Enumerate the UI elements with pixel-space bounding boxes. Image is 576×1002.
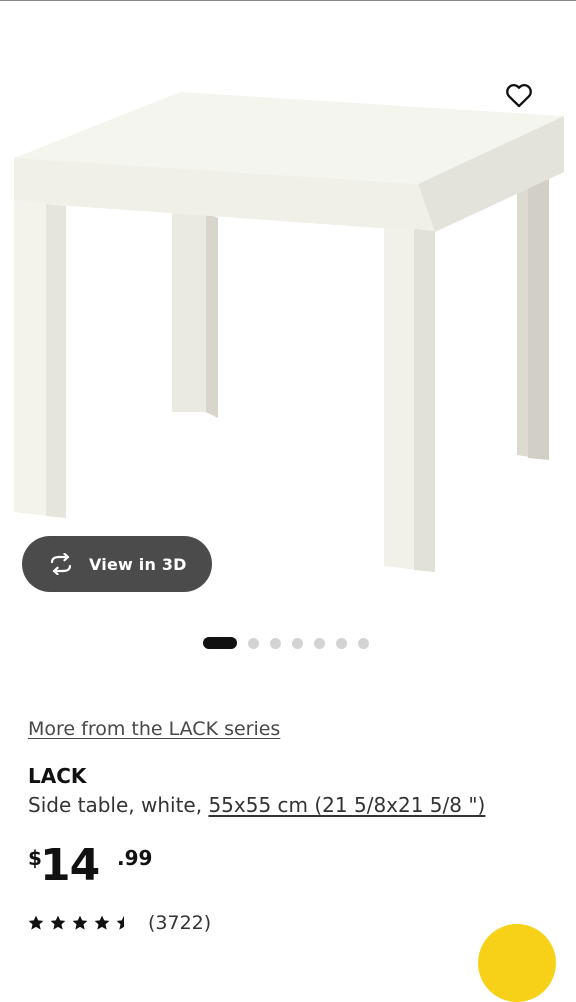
carousel-dot[interactable] (314, 637, 325, 649)
product-gallery[interactable]: View in 3D (0, 0, 576, 610)
product-description: Side table, white, 55x55 cm (21 5/8x21 5… (28, 793, 485, 817)
price-integer: 14 (40, 840, 100, 891)
product-rating[interactable]: (3722) (28, 910, 211, 936)
heart-icon (506, 83, 532, 108)
carousel-dot[interactable] (248, 637, 259, 649)
carousel-dot[interactable] (358, 637, 369, 649)
favorite-button[interactable] (500, 76, 538, 114)
review-count: (3722) (148, 912, 212, 934)
star-half-icon (116, 915, 124, 930)
carousel-dot[interactable] (270, 637, 281, 649)
carousel-dot[interactable] (336, 637, 347, 649)
series-link[interactable]: More from the LACK series (28, 718, 280, 740)
rotate-3d-icon (46, 552, 78, 576)
view-in-3d-label: View in 3D (89, 554, 187, 574)
product-measurement-link[interactable]: 55x55 cm (21 5/8x21 5/8 ") (208, 793, 485, 817)
carousel-dot-active[interactable] (203, 637, 237, 649)
carousel-dot[interactable] (292, 637, 303, 649)
chat-bubble-button[interactable] (478, 924, 556, 1002)
star-full-icon (94, 915, 110, 930)
price-decimal: .99 (117, 846, 153, 870)
product-type-text: Side table, white, (28, 793, 209, 817)
carousel-indicator (203, 636, 369, 650)
star-full-icon (28, 915, 44, 930)
product-name: LACK (28, 764, 87, 788)
view-in-3d-button[interactable]: View in 3D (22, 536, 212, 592)
star-full-icon (50, 915, 66, 930)
rating-stars (28, 915, 132, 931)
star-full-icon (72, 915, 88, 930)
product-image (14, 92, 564, 572)
